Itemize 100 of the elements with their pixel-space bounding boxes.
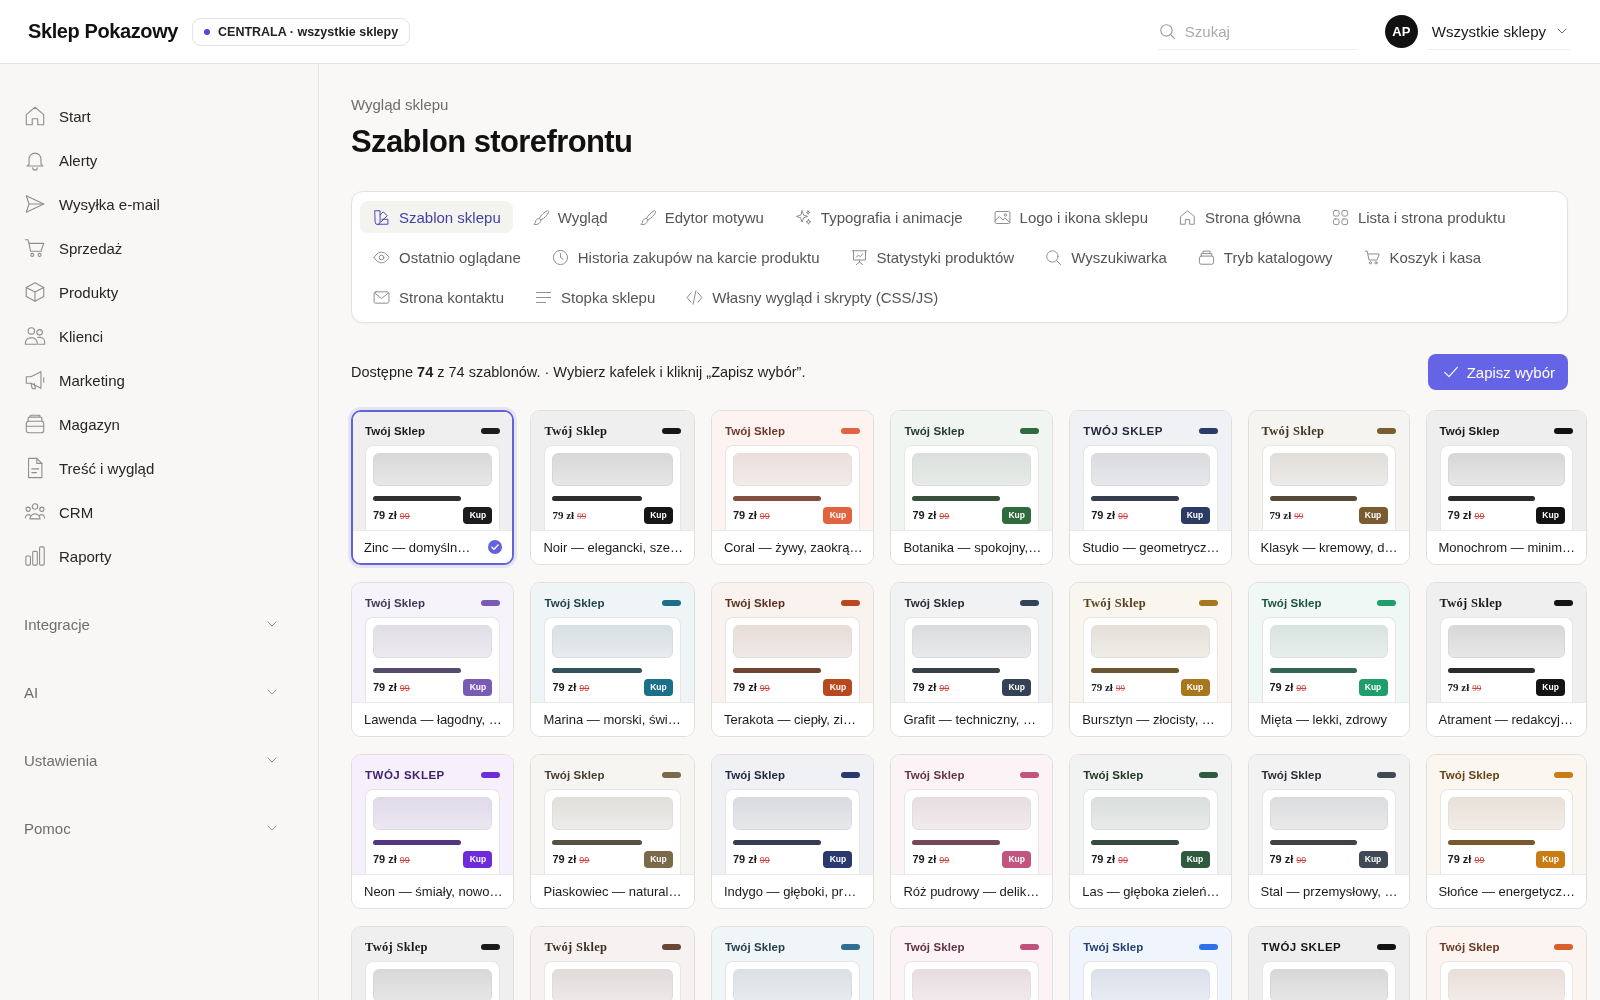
tab[interactable]: Edytor motywu — [625, 201, 776, 233]
tab[interactable]: Stopka sklepu — [522, 281, 668, 313]
old-price: 99 — [1474, 855, 1485, 865]
nav-item[interactable]: Sprzedaż — [12, 230, 306, 266]
tab[interactable]: Wyszukiwarka — [1032, 241, 1179, 273]
buy-button: Kup — [1002, 678, 1032, 696]
template-card[interactable]: Twój Sklep 79 zł 99 Kup Słońce — energetycz… — [1425, 754, 1588, 909]
nav-item[interactable]: Marketing — [12, 362, 306, 398]
bar-chart-icon — [24, 545, 46, 567]
tab[interactable]: Strona główna — [1166, 201, 1313, 233]
tab[interactable]: Strona kontaktu — [360, 281, 517, 313]
store-picker[interactable]: Wszystkie sklepy — [1427, 13, 1570, 50]
tab[interactable]: Wygląd — [518, 201, 620, 233]
brush-icon — [531, 208, 549, 226]
breadcrumb-link[interactable]: Wygląd sklepu — [351, 95, 449, 115]
template-card[interactable]: Twój Sklep 79 zł 99 Kup Coral — żywy, zaokrą… — [710, 410, 875, 565]
shop-title: Twój Sklep — [904, 941, 965, 953]
nav-item[interactable]: Produkty — [12, 274, 306, 310]
nav-section-toggle[interactable]: Ustawienia — [12, 738, 290, 782]
old-price: 99 — [1118, 511, 1129, 521]
nav-section-toggle[interactable]: Pomoc — [12, 806, 290, 850]
buy-button: Kup — [1358, 678, 1388, 696]
cart-icon — [24, 237, 46, 259]
old-price: 99 — [577, 511, 587, 521]
template-name: Monochrom — minim… — [1438, 540, 1576, 555]
template-name: Terakota — ciepły, zi… — [723, 712, 856, 727]
shop-name[interactable]: Sklep Pokazowy — [28, 20, 178, 43]
template-card[interactable]: Twój Sklep — [1425, 926, 1588, 1000]
template-card[interactable]: Twój Sklep 79 zł 99 Kup Stal — przemysłowy, … — [1247, 754, 1410, 909]
template-card[interactable]: Twój Sklep — [710, 926, 875, 1000]
sparkles-icon — [794, 208, 812, 226]
shop-title: Twój Sklep — [544, 597, 605, 609]
template-card[interactable]: Twój Sklep 79 zł 99 Kup Klasyk — kremowy, d… — [1247, 410, 1410, 565]
nav-item[interactable]: Alerty — [12, 142, 306, 178]
tab[interactable]: Lista i strona produktu — [1318, 201, 1518, 233]
buy-button: Kup — [1180, 506, 1210, 524]
shop-title: Twój Sklep — [724, 425, 786, 437]
tab[interactable]: Statystyki produktów — [837, 241, 1027, 273]
tab[interactable]: Własny wygląd i skrypty (CSS/JS) — [673, 281, 951, 313]
tab[interactable]: Koszyk i kasa — [1350, 241, 1494, 273]
user-avatar[interactable]: AP — [1384, 15, 1418, 48]
tab[interactable]: Logo i ikona sklepu — [980, 201, 1160, 233]
nav-item[interactable]: CRM — [12, 494, 306, 530]
save-button[interactable]: Zapisz wybór — [1427, 354, 1568, 390]
nav-item[interactable]: Treść i wygląd — [12, 450, 306, 486]
buy-button: Kup — [823, 678, 853, 696]
template-card[interactable]: Twój Sklep 79 zł 99 Kup Las — głęboka zieleń… — [1069, 754, 1232, 909]
template-card[interactable]: TWÓJ SKLEP 79 zł 99 Kup Neon — śmiały, nowo… — [351, 754, 515, 909]
price: 79 zł — [1091, 509, 1116, 521]
tab[interactable]: Typografia i animacje — [781, 201, 975, 233]
template-name: Las — głęboka zieleń… — [1082, 884, 1220, 899]
template-card[interactable]: Twój Sklep 79 zł 99 Kup Monochrom — minim… — [1425, 410, 1588, 565]
template-card[interactable]: Twój Sklep 79 zł 99 Kup Indygo — głęboki, pr… — [710, 754, 875, 909]
nav-section-toggle[interactable]: Integracje — [12, 602, 290, 646]
template-card[interactable]: Twój Sklep 79 zł 99 Kup Atrament — redakcyj… — [1425, 582, 1588, 737]
template-card[interactable]: Twój Sklep 79 zł 99 Kup Terakota — ciepły, zi… — [710, 582, 875, 737]
template-card[interactable]: Twój Sklep 79 zł 99 Kup Zinc — domyśln… — [351, 410, 515, 565]
price: 79 zł — [732, 681, 757, 693]
template-name: Róż pudrowy — delik… — [903, 884, 1040, 899]
template-card[interactable]: Twój Sklep 79 zł 99 Kup Róż pudrowy — delik… — [890, 754, 1054, 909]
price: 79 zł — [1447, 509, 1472, 521]
template-card[interactable]: Twój Sklep 79 zł 99 Kup Bursztyn — złocisty, … — [1069, 582, 1232, 737]
shop-title: Twój Sklep — [544, 769, 605, 781]
search-field[interactable]: Szukaj — [1184, 19, 1335, 43]
template-card[interactable]: Twój Sklep 79 zł 99 Kup Grafit — techniczny, … — [890, 582, 1054, 737]
template-name: Bursztyn — złocisty, … — [1082, 712, 1215, 727]
template-card[interactable]: Twój Sklep 79 zł 99 Kup Noir — elegancki, sze… — [530, 410, 695, 565]
tab[interactable]: Historia zakupów na karcie produktu — [538, 241, 832, 273]
nav-item[interactable]: Raporty — [12, 538, 306, 574]
home-icon — [1179, 208, 1196, 226]
template-card[interactable]: Twój Sklep — [890, 926, 1054, 1000]
shop-title: TWÓJ SKLEP — [1083, 425, 1163, 437]
tab[interactable]: Szablon sklepu — [360, 201, 513, 233]
template-card[interactable]: Twój Sklep 79 zł 99 Kup Lawenda — łagodny, … — [351, 582, 515, 737]
swatch-icon — [373, 208, 390, 226]
nav-section-toggle[interactable]: AI — [12, 670, 290, 714]
buy-button: Kup — [1536, 678, 1566, 696]
template-name: Klasyk — kremowy, d… — [1260, 540, 1398, 555]
template-card[interactable]: Twój Sklep — [351, 926, 515, 1000]
old-price: 99 — [399, 683, 410, 693]
buy-button: Kup — [463, 678, 493, 696]
nav-item[interactable]: Start — [12, 98, 306, 134]
template-card[interactable]: Twój Sklep 79 zł 99 Kup Piaskowiec — natural… — [530, 754, 695, 909]
price: 79 zł — [1447, 853, 1472, 865]
nav-item[interactable]: Klienci — [12, 318, 306, 354]
template-card[interactable]: TWÓJ SKLEP — [1247, 926, 1410, 1000]
template-card[interactable]: Twój Sklep 79 zł 99 Kup Mięta — lekki, zdrowy — [1247, 582, 1410, 737]
tab[interactable]: Tryb katalogowy — [1184, 241, 1345, 273]
template-card[interactable]: Twój Sklep — [1069, 926, 1232, 1000]
template-card[interactable]: Twój Sklep — [530, 926, 695, 1000]
nav-item[interactable]: Magazyn — [12, 406, 306, 442]
tab[interactable]: Ostatnio oglądane — [360, 241, 533, 273]
nav-item[interactable]: Wysyłka e-mail — [12, 186, 306, 222]
search-icon — [1158, 22, 1176, 40]
old-price: 99 — [1294, 511, 1304, 521]
price: 79 zł — [1091, 853, 1116, 865]
template-card[interactable]: Twój Sklep 79 zł 99 Kup Marina — morski, świ… — [530, 582, 695, 737]
old-price: 99 — [939, 683, 950, 693]
template-card[interactable]: Twój Sklep 79 zł 99 Kup Botanika — spokojny,… — [890, 410, 1054, 565]
template-card[interactable]: TWÓJ SKLEP 79 zł 99 Kup Studio — geometrycz… — [1069, 410, 1232, 565]
